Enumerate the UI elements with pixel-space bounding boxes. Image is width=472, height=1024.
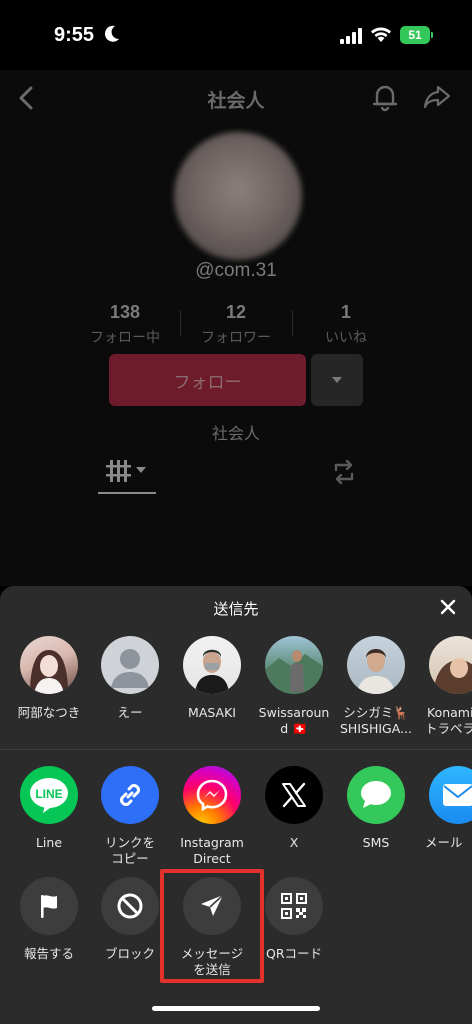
moon-icon: [104, 25, 119, 42]
status-time: 9:55: [54, 24, 95, 46]
person-photo-icon: [357, 649, 395, 694]
contact-avatar: [101, 636, 159, 694]
app-label-line1: Instagram: [180, 835, 244, 850]
stat-following[interactable]: 138 フォロー中: [65, 302, 185, 347]
contact-avatar: [429, 636, 472, 694]
share-app-copy-link[interactable]: リンクを コピー: [87, 766, 173, 867]
contact-item[interactable]: Swissaroun d 🇨🇭: [251, 636, 337, 737]
follow-button[interactable]: フォロー: [109, 354, 306, 406]
share-app-line[interactable]: LINE Line: [6, 766, 92, 851]
app-label: メール: [425, 835, 463, 850]
battery-tip: [431, 32, 433, 38]
share-app-x[interactable]: X: [251, 766, 337, 851]
contact-name: えー: [117, 705, 143, 720]
status-bar: 9:55 51: [0, 0, 472, 70]
repost-icon[interactable]: [330, 458, 358, 486]
close-icon[interactable]: [437, 596, 459, 618]
messenger-icon: [183, 766, 241, 824]
contact-name: 阿部なつき: [17, 705, 81, 720]
share-arrow-icon[interactable]: [422, 82, 452, 112]
contact-name-line1: シシガミ🦌: [343, 705, 409, 720]
stat-label: いいね: [325, 330, 367, 346]
person-photo-icon: [433, 658, 472, 694]
app-label: X: [289, 835, 299, 850]
person-photo-icon: [30, 650, 68, 694]
videos-grid-icon[interactable]: [100, 452, 156, 492]
app-label-line1: リンクを: [104, 835, 155, 850]
contact-name-line2: SHISHIGA...: [340, 721, 412, 736]
stat-followers[interactable]: 12 フォロワー: [176, 302, 296, 347]
caret-down-icon: [332, 377, 342, 383]
stat-value: 1: [340, 302, 351, 322]
page-title: 社会人: [207, 90, 265, 112]
block-icon: [101, 877, 159, 935]
stat-likes[interactable]: 1 いいね: [286, 302, 406, 347]
x-icon: [265, 766, 323, 824]
flag-icon: [20, 877, 78, 935]
highlight-annotation-box: [160, 869, 264, 983]
stat-label: フォロー中: [90, 330, 160, 346]
contact-avatar: [20, 636, 78, 694]
contact-item[interactable]: シシガミ🦌 SHISHIGA...: [333, 636, 419, 737]
mail-icon: [429, 766, 472, 824]
stat-label: フォロワー: [201, 330, 271, 346]
app-label: Line: [35, 835, 63, 850]
default-user-icon: [111, 649, 149, 688]
app-label-line2: Direct: [193, 851, 231, 866]
bell-icon[interactable]: [372, 82, 398, 112]
contact-name-line2: d 🇨🇭: [280, 721, 308, 736]
profile-avatar[interactable]: [174, 132, 302, 260]
home-indicator: [152, 1006, 320, 1011]
contact-name-line1: Swissaroun: [258, 705, 330, 720]
username: @com.31: [195, 260, 277, 281]
battery-indicator: 51: [400, 26, 430, 44]
sms-icon: [347, 766, 405, 824]
contact-name: MASAKI: [188, 705, 236, 720]
qr-code-icon: [265, 877, 323, 935]
share-sheet: 送信先 阿部なつき えー MASAKI Swissaroun d 🇨🇭 シシガミ…: [0, 586, 472, 1024]
profile-screen: 社会人 @com.31 138 フォロー中 12 フォロワー 1 いいね フォロ…: [0, 70, 472, 586]
line-icon: LINE: [20, 766, 78, 824]
person-photo-icon: [195, 649, 229, 694]
share-app-instagram-direct[interactable]: Instagram Direct: [169, 766, 255, 867]
svg-text:LINE: LINE: [35, 787, 62, 801]
contact-avatar: [265, 636, 323, 694]
active-tab-indicator: [98, 492, 156, 494]
link-icon: [101, 766, 159, 824]
contact-name-line1: Konami: [427, 705, 472, 720]
follow-dropdown-button[interactable]: [311, 354, 363, 406]
contact-item[interactable]: Konami トラベラ: [415, 636, 472, 737]
share-app-mail[interactable]: メール: [415, 766, 472, 851]
battery-level: 51: [408, 28, 422, 42]
contact-avatar: [347, 636, 405, 694]
section-divider: [0, 749, 472, 750]
cellular-signal-icon: [340, 28, 362, 44]
action-report[interactable]: 報告する: [6, 877, 92, 962]
contact-name-line2: トラベラ: [425, 721, 472, 736]
share-sheet-title: 送信先: [213, 600, 259, 618]
stat-value: 138: [109, 302, 141, 322]
stat-value: 12: [225, 302, 247, 322]
contact-item[interactable]: 阿部なつき: [6, 636, 92, 721]
app-label-line2: コピー: [111, 851, 149, 866]
bio-text: 社会人: [211, 424, 260, 443]
wifi-icon: [371, 27, 391, 42]
contact-item[interactable]: えー: [87, 636, 173, 721]
person-photo-icon: [265, 650, 323, 694]
app-label: SMS: [362, 835, 390, 850]
share-app-sms[interactable]: SMS: [333, 766, 419, 851]
contact-avatar: [183, 636, 241, 694]
contact-item[interactable]: MASAKI: [169, 636, 255, 721]
action-label: 報告する: [23, 946, 74, 961]
